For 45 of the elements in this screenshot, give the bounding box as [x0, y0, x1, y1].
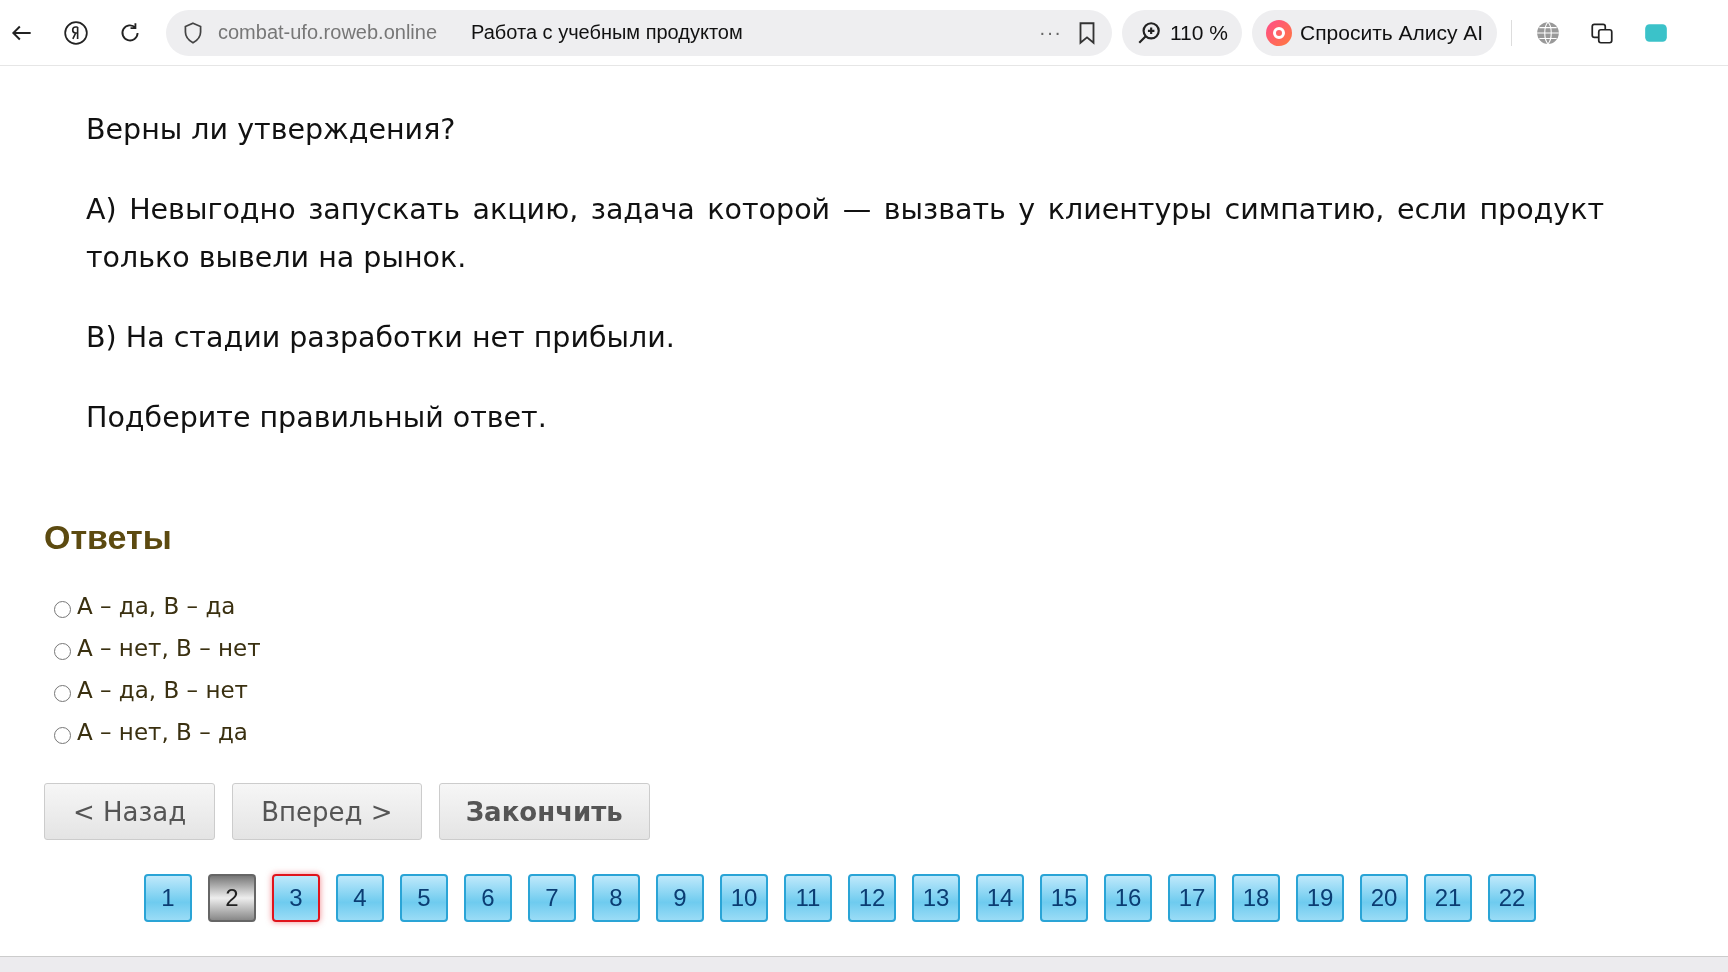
- answer-label[interactable]: А – да, В – да: [77, 593, 236, 619]
- assistant-button[interactable]: Спросить Алису AI: [1252, 9, 1498, 56]
- address-bar[interactable]: combat-ufo.roweb.online Работа с учебным продуктом ···: [166, 9, 1112, 56]
- nav-button[interactable]: < Назад: [44, 783, 216, 840]
- radio-button[interactable]: [54, 726, 71, 744]
- page-button[interactable]: 20: [1360, 874, 1408, 922]
- page-title: Работа с учебным продуктом: [471, 21, 744, 44]
- page-button[interactable]: 5: [400, 874, 448, 922]
- page-button[interactable]: 22: [1488, 874, 1536, 922]
- url-text: combat-ufo.roweb.online: [218, 21, 437, 44]
- page-button[interactable]: 7: [528, 874, 576, 922]
- page-button[interactable]: 15: [1040, 874, 1088, 922]
- radio-button[interactable]: [54, 642, 71, 660]
- page-button[interactable]: 13: [912, 874, 960, 922]
- question-text: Верны ли утверждения?: [86, 112, 457, 148]
- page-button[interactable]: 8: [592, 874, 640, 922]
- answers-heading: Ответы: [44, 518, 173, 557]
- page-button[interactable]: 17: [1168, 874, 1216, 922]
- question-text: А) Невыгодно запускать акцию, задача которой — вызвать у клиентуры симпатию, если продукт только вывели на рынок.: [86, 192, 1604, 276]
- page-button[interactable]: 18: [1232, 874, 1280, 922]
- radio-button[interactable]: [54, 684, 71, 702]
- page-button[interactable]: 3: [272, 874, 320, 922]
- page-button[interactable]: 14: [976, 874, 1024, 922]
- answer-label[interactable]: А – нет, В – нет: [77, 635, 261, 661]
- page-button[interactable]: 6: [464, 874, 512, 922]
- page-button[interactable]: 19: [1296, 874, 1344, 922]
- question-text: Подберите правильный ответ.: [86, 400, 548, 436]
- zoom-button[interactable]: 110 %: [1122, 9, 1242, 56]
- page-button[interactable]: 16: [1104, 874, 1152, 922]
- page-button[interactable]: 1: [144, 874, 192, 922]
- zoom-in-icon: [1136, 19, 1162, 46]
- page-button[interactable]: 2: [208, 874, 256, 922]
- nav-button[interactable]: Вперед >: [232, 783, 422, 840]
- radio-button[interactable]: [54, 600, 71, 618]
- question-text: В) На стадии разработки нет прибыли.: [86, 320, 676, 356]
- page-button[interactable]: 9: [656, 874, 704, 922]
- page-button[interactable]: 10: [720, 874, 768, 922]
- page-button[interactable]: 21: [1424, 874, 1472, 922]
- more-button[interactable]: ···: [1039, 21, 1062, 44]
- answer-label[interactable]: А – нет, В – да: [77, 719, 248, 745]
- page-button[interactable]: 4: [336, 874, 384, 922]
- page-button[interactable]: 12: [848, 874, 896, 922]
- page-button[interactable]: 11: [784, 874, 832, 922]
- answer-label[interactable]: А – да, В – нет: [77, 677, 248, 703]
- finish-button[interactable]: Закончить: [438, 783, 650, 840]
